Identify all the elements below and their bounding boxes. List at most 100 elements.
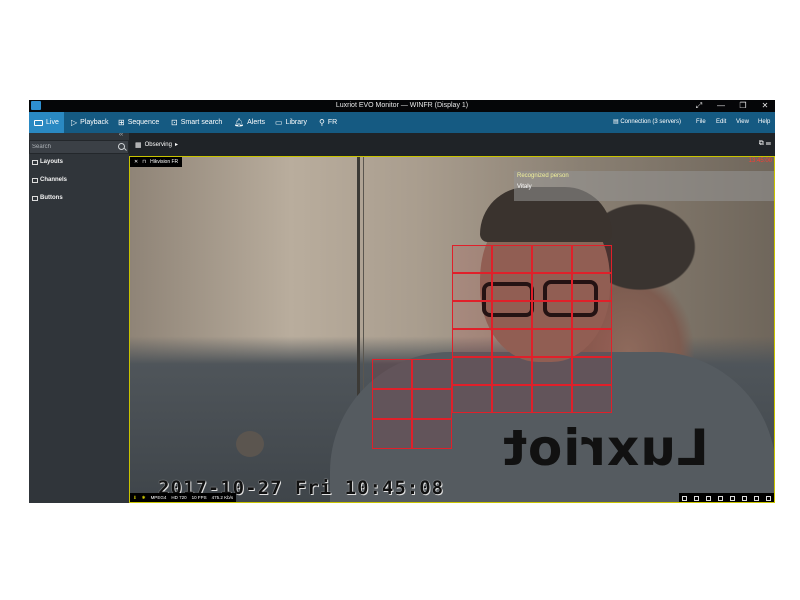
tab-alerts[interactable]: 🔔︎ Alerts	[234, 112, 265, 133]
codec-label: MPEG4	[150, 495, 167, 500]
person-icon: ⚲	[319, 118, 325, 127]
detection-cell	[492, 385, 532, 413]
play-icon: ▷	[71, 118, 78, 127]
sidebar-item-label: Buttons	[40, 195, 63, 201]
tab-fr[interactable]: ⚲ FR	[319, 112, 337, 133]
tab-library[interactable]: ▭ Library	[275, 112, 307, 133]
connection-label: Connection (3 servers)	[620, 119, 682, 125]
detection-cell	[492, 273, 532, 301]
observing-dropdown[interactable]: ▦ Observing ▸	[135, 133, 178, 156]
maximize-button[interactable]: ❐	[734, 100, 752, 112]
snapshot-icon[interactable]	[765, 495, 771, 501]
layout-options-icon[interactable]: ⧉ ☰	[759, 140, 771, 148]
ptz-icon[interactable]	[694, 495, 700, 501]
main-menu-bar: Live ▷ Playback ⊞ Sequence ⊡ Smart searc…	[29, 112, 775, 133]
close-camera-icon[interactable]: ✕	[134, 157, 138, 167]
title-bar: Luxriot EVO Monitor — WINFR (Display 1) …	[29, 100, 775, 112]
tab-sequence-label: Sequence	[127, 119, 160, 126]
resolution-label: HD 720	[171, 495, 187, 500]
tab-playback-label: Playback	[80, 119, 109, 126]
chevron-right-icon: ▸	[174, 142, 178, 148]
sidebar-item-label: Channels	[40, 177, 68, 183]
mute-icon[interactable]	[729, 495, 735, 501]
detection-cell	[532, 357, 572, 385]
detection-cell	[572, 245, 612, 273]
channels-icon	[32, 177, 38, 183]
detection-cell	[412, 419, 452, 449]
detection-cell	[452, 385, 492, 413]
detection-cell	[372, 419, 412, 449]
download-icon[interactable]: ⬇	[133, 493, 137, 502]
recognition-label: Recognized person	[517, 173, 569, 179]
recognized-name: Vitaly	[517, 184, 532, 190]
tab-fr-label: FR	[327, 119, 338, 126]
sidebar-search	[29, 140, 129, 154]
bitrate-label: 475.2 Kb/s	[211, 495, 234, 500]
detection-cell	[572, 329, 612, 357]
menu-edit[interactable]: Edit	[716, 112, 726, 133]
observing-label: Observing	[144, 141, 172, 148]
menu-view[interactable]: View	[736, 112, 749, 133]
tab-live[interactable]: Live	[29, 112, 64, 133]
detection-cell	[452, 301, 492, 329]
sequence-icon: ⊞	[118, 118, 125, 127]
window-title: Luxriot EVO Monitor — WINFR (Display 1)	[335, 102, 469, 109]
menu-help[interactable]: Help	[758, 112, 770, 133]
brightness-icon[interactable]	[741, 495, 747, 501]
menu-file[interactable]: File	[696, 112, 706, 133]
detection-cell	[572, 385, 612, 413]
detection-cell	[532, 301, 572, 329]
sidebar-item-layouts[interactable]: Layouts	[32, 159, 63, 165]
tab-playback[interactable]: ▷ Playback	[71, 112, 109, 133]
tab-smart-search[interactable]: ⊡ Smart search	[171, 112, 222, 133]
detection-cell	[532, 385, 572, 413]
buttons-icon	[32, 195, 38, 201]
detection-cell	[572, 301, 612, 329]
tab-smart-search-label: Smart search	[180, 119, 223, 126]
folder-icon: ▭	[275, 118, 283, 127]
zoom-icon[interactable]	[706, 495, 712, 501]
luxriot-watermark: Luxriot	[502, 419, 709, 477]
camera-view[interactable]: ✕ ⊓ Hikvision FR 13:45:00 Recognized per…	[129, 156, 775, 503]
tab-sequence[interactable]: ⊞ Sequence	[118, 112, 159, 133]
stream-status-bar: ⬇ ✱ MPEG4 HD 720 10 FPS 475.2 Kb/s	[130, 493, 237, 502]
bell-icon: 🔔︎	[234, 118, 245, 127]
camera-header: ✕ ⊓ Hikvision FR	[130, 157, 183, 167]
rewind-icon[interactable]	[682, 495, 688, 501]
fps-label: 10 FPS	[191, 495, 207, 500]
sidebar-item-buttons[interactable]: Buttons	[32, 195, 63, 201]
detection-cell	[492, 329, 532, 357]
detection-cell	[492, 245, 532, 273]
detection-cell	[572, 357, 612, 385]
server-icon: ▤	[613, 119, 619, 125]
lock-icon[interactable]: ⊓	[142, 157, 146, 167]
layouts-icon	[32, 159, 38, 165]
minimize-button[interactable]: —	[712, 100, 730, 112]
monitor-icon	[34, 119, 43, 126]
sidebar: ‹‹ Layouts Channels Buttons	[29, 132, 129, 503]
sidebar-item-label: Layouts	[40, 159, 64, 165]
collapse-sidebar-icon[interactable]: ‹‹	[119, 132, 123, 138]
detection-cell	[372, 359, 412, 389]
grid-icon: ▦	[135, 141, 142, 149]
app-window: Luxriot EVO Monitor — WINFR (Display 1) …	[29, 100, 775, 503]
detection-cell	[532, 273, 572, 301]
fullscreen-icon[interactable]	[718, 495, 724, 501]
search-input[interactable]	[32, 141, 112, 153]
bookmark-icon[interactable]	[753, 495, 759, 501]
smart-search-icon: ⊡	[171, 118, 178, 127]
close-button[interactable]: ✕	[756, 100, 774, 112]
detection-cell	[452, 245, 492, 273]
detection-cell	[452, 357, 492, 385]
camera-controls	[679, 493, 774, 502]
tab-library-label: Library	[285, 119, 307, 126]
restore-size-button[interactable]: ⤢	[690, 100, 708, 112]
camera-name: Hikvision FR	[150, 159, 179, 165]
detection-cell	[452, 273, 492, 301]
layout-toolbar: ▦ Observing ▸ ⧉ ☰	[129, 133, 775, 156]
connection-status[interactable]: ▤ Connection (3 servers)	[613, 112, 681, 133]
detection-cell	[572, 273, 612, 301]
search-icon[interactable]	[118, 143, 125, 150]
sidebar-item-channels[interactable]: Channels	[32, 177, 67, 183]
detection-cell	[492, 301, 532, 329]
